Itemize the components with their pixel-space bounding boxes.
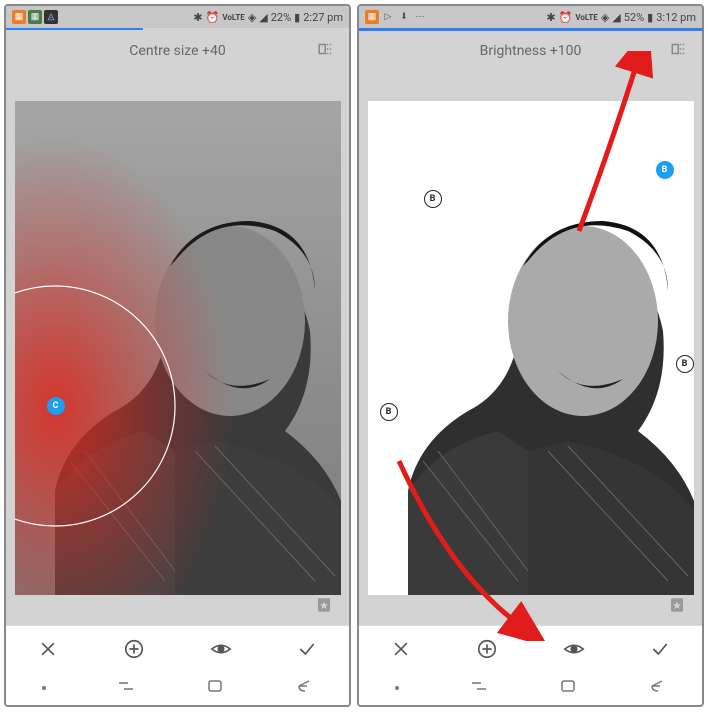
- battery-pct: 52%: [624, 11, 644, 24]
- nav-dot[interactable]: [32, 682, 56, 694]
- battery-icon: ▮: [294, 11, 300, 24]
- view-button[interactable]: [557, 632, 591, 666]
- alarm-icon: ⏰: [559, 11, 573, 24]
- status-notification-icons: ▦ ▦ ◬: [12, 10, 58, 24]
- alarm-icon: ⏰: [206, 11, 220, 24]
- confirm-button[interactable]: [644, 633, 676, 665]
- compare-icon[interactable]: [317, 40, 335, 62]
- nav-home[interactable]: [549, 675, 587, 701]
- nav-dot[interactable]: [385, 682, 409, 694]
- progress-line: [6, 28, 143, 30]
- adjustment-bar[interactable]: Brightness +100: [359, 31, 702, 71]
- nav-recents[interactable]: [107, 675, 145, 701]
- add-point-button[interactable]: [117, 632, 151, 666]
- battery-icon: ▮: [647, 11, 653, 24]
- notif-icon-more: ⋯: [413, 10, 427, 24]
- notif-icon-1: ▦: [12, 10, 26, 24]
- close-button[interactable]: [385, 633, 417, 665]
- signal-icon: ◢: [612, 11, 620, 24]
- notif-icon-3: ◬: [44, 10, 58, 24]
- bluetooth-icon: ✱: [193, 11, 202, 24]
- image-canvas[interactable]: C: [6, 71, 349, 625]
- adjustment-label: Brightness +100: [480, 43, 582, 59]
- confirm-button[interactable]: [291, 633, 323, 665]
- clock: 3:12 pm: [656, 11, 696, 24]
- wifi-icon: ◈: [601, 11, 609, 24]
- edited-photo[interactable]: B B B B: [368, 101, 694, 595]
- nav-home[interactable]: [196, 675, 234, 701]
- nav-bar: [359, 671, 702, 705]
- view-button[interactable]: [204, 632, 238, 666]
- wifi-icon: ◈: [248, 11, 256, 24]
- nav-recents[interactable]: [460, 675, 498, 701]
- control-point-b2[interactable]: B: [380, 403, 398, 421]
- phone-left: ▦ ▦ ◬ ✱ ⏰ VoLTE ◈ ◢ 22% ▮ 2:27 pm Centre…: [4, 4, 351, 707]
- image-canvas[interactable]: B B B B: [359, 71, 702, 625]
- control-point-b-active[interactable]: B: [656, 161, 674, 179]
- notif-icon-2: ▦: [28, 10, 42, 24]
- bookmark-icon[interactable]: [315, 596, 333, 619]
- notif-icon-1: ▦: [365, 10, 379, 24]
- control-point-c[interactable]: C: [47, 397, 65, 415]
- nav-back[interactable]: [285, 675, 323, 701]
- volte-icon: VoLTE: [575, 13, 597, 22]
- control-point-b1[interactable]: B: [424, 190, 442, 208]
- bluetooth-icon: ✱: [546, 11, 555, 24]
- status-bar: ▦ ▷ ⬇ ⋯ ✱ ⏰ VoLTE ◈ ◢ 52% ▮ 3:12 pm: [359, 6, 702, 28]
- adjustment-bar[interactable]: Centre size +40: [6, 31, 349, 71]
- notif-icon-play: ▷: [381, 10, 395, 24]
- compare-icon[interactable]: [670, 40, 688, 62]
- nav-bar: [6, 671, 349, 705]
- notif-icon-download: ⬇: [397, 10, 411, 24]
- status-bar: ▦ ▦ ◬ ✱ ⏰ VoLTE ◈ ◢ 22% ▮ 2:27 pm: [6, 6, 349, 28]
- clock: 2:27 pm: [303, 11, 343, 24]
- close-button[interactable]: [32, 633, 64, 665]
- bottom-toolbar: [359, 625, 702, 671]
- adjustment-label: Centre size +40: [129, 43, 225, 59]
- bookmark-icon[interactable]: [668, 596, 686, 619]
- volte-icon: VoLTE: [222, 13, 244, 22]
- status-notification-icons: ▦ ▷ ⬇ ⋯: [365, 10, 427, 24]
- nav-back[interactable]: [638, 675, 676, 701]
- control-point-b3[interactable]: B: [676, 355, 694, 373]
- edited-photo[interactable]: C: [15, 101, 341, 595]
- signal-icon: ◢: [259, 11, 267, 24]
- phone-right: ▦ ▷ ⬇ ⋯ ✱ ⏰ VoLTE ◈ ◢ 52% ▮ 3:12 pm Brig…: [357, 4, 704, 707]
- add-point-button[interactable]: [470, 632, 504, 666]
- bottom-toolbar: [6, 625, 349, 671]
- battery-pct: 22%: [271, 11, 291, 24]
